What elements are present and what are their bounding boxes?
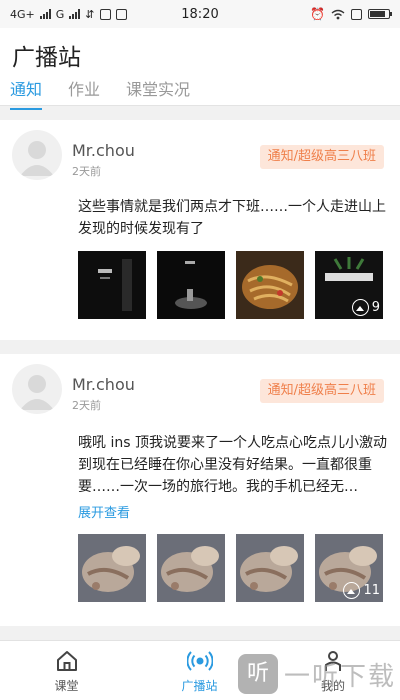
- photo-count: 11: [363, 583, 380, 598]
- post-time: 2天前: [72, 165, 101, 178]
- photo-thumbnail[interactable]: [78, 251, 146, 319]
- status-bar: 4G+ G ⇵ 18:20 ⏰: [0, 0, 400, 28]
- photo-thumbnail[interactable]: [236, 251, 304, 319]
- vpn-icon: [351, 8, 362, 20]
- page-title: 广播站: [12, 45, 81, 71]
- post-text[interactable]: 哦吼 ins 顶我说要来了一个人吃点心吃点儿小激动到现在已经睡在你心里没有好结果…: [78, 432, 388, 498]
- home-icon: [56, 650, 77, 671]
- wifi-icon: [331, 9, 345, 19]
- photo-grid: 9: [78, 251, 383, 319]
- photo-thumbnail[interactable]: 11: [315, 534, 383, 602]
- tab-homework[interactable]: 作业: [68, 76, 100, 108]
- image-icon: [343, 582, 361, 599]
- app-notification-icon: [115, 8, 127, 20]
- category-badge: 通知/超级高三八班: [259, 145, 384, 169]
- post-text[interactable]: 这些事情就是我们两点才下班……一个人走进山上发现的时候发现有了: [78, 196, 388, 240]
- broadcast-icon: [186, 650, 213, 671]
- clock: 18:20: [181, 6, 219, 22]
- image-icon: [351, 299, 369, 316]
- signal-icon: [39, 9, 51, 19]
- default-avatar-icon: [20, 141, 54, 176]
- watermark-text: 一听下载: [283, 661, 396, 692]
- status-right: ⏰: [310, 7, 392, 21]
- signal-icon-2: [69, 9, 81, 19]
- photo-thumbnail[interactable]: [157, 534, 225, 602]
- photo-count: 9: [371, 300, 380, 315]
- photo-count-badge: 11: [343, 582, 380, 599]
- avatar[interactable]: [12, 130, 62, 180]
- nav-label: 广播站: [181, 678, 218, 693]
- tab-class-live[interactable]: 课堂实况: [126, 76, 190, 108]
- usb-icon: ⇵: [85, 7, 95, 21]
- watermark: 听 一听下载: [237, 654, 396, 694]
- alarm-icon: ⏰: [310, 7, 325, 21]
- nav-item-classroom[interactable]: 课堂: [0, 641, 133, 700]
- battery-icon: [368, 9, 392, 19]
- photo-grid: 11: [78, 534, 383, 602]
- header: 广播站 通知 作业 课堂实况: [0, 28, 400, 110]
- notification-icon: [99, 8, 111, 20]
- post-card[interactable]: Mr.chou 2天前 通知/超级高三八班 这些事情就是我们两点才下班……一个人…: [0, 120, 400, 340]
- nav-label: 课堂: [54, 678, 79, 693]
- photo-thumbnail[interactable]: [236, 534, 304, 602]
- expand-link[interactable]: 展开查看: [78, 502, 130, 521]
- post-card[interactable]: Mr.chou 2天前 通知/超级高三八班 哦吼 ins 顶我说要来了一个人吃点…: [0, 354, 400, 626]
- author-name[interactable]: Mr.chou: [72, 141, 135, 160]
- default-avatar-icon: [20, 375, 54, 410]
- author-name[interactable]: Mr.chou: [72, 375, 135, 394]
- network-type-2: G: [55, 7, 65, 21]
- tab-bar: 通知 作业 课堂实况: [10, 76, 190, 110]
- photo-thumbnail[interactable]: 9: [315, 251, 383, 319]
- photo-thumbnail[interactable]: [157, 251, 225, 319]
- category-badge: 通知/超级高三八班: [259, 379, 384, 403]
- post-time: 2天前: [72, 399, 101, 412]
- network-type: 4G+: [10, 7, 35, 21]
- status-left: 4G+ G ⇵: [10, 8, 127, 21]
- photo-count-badge: 9: [351, 299, 380, 316]
- avatar[interactable]: [12, 364, 62, 414]
- watermark-logo: 听: [237, 654, 278, 694]
- tab-notice[interactable]: 通知: [10, 76, 43, 110]
- photo-thumbnail[interactable]: [78, 534, 146, 602]
